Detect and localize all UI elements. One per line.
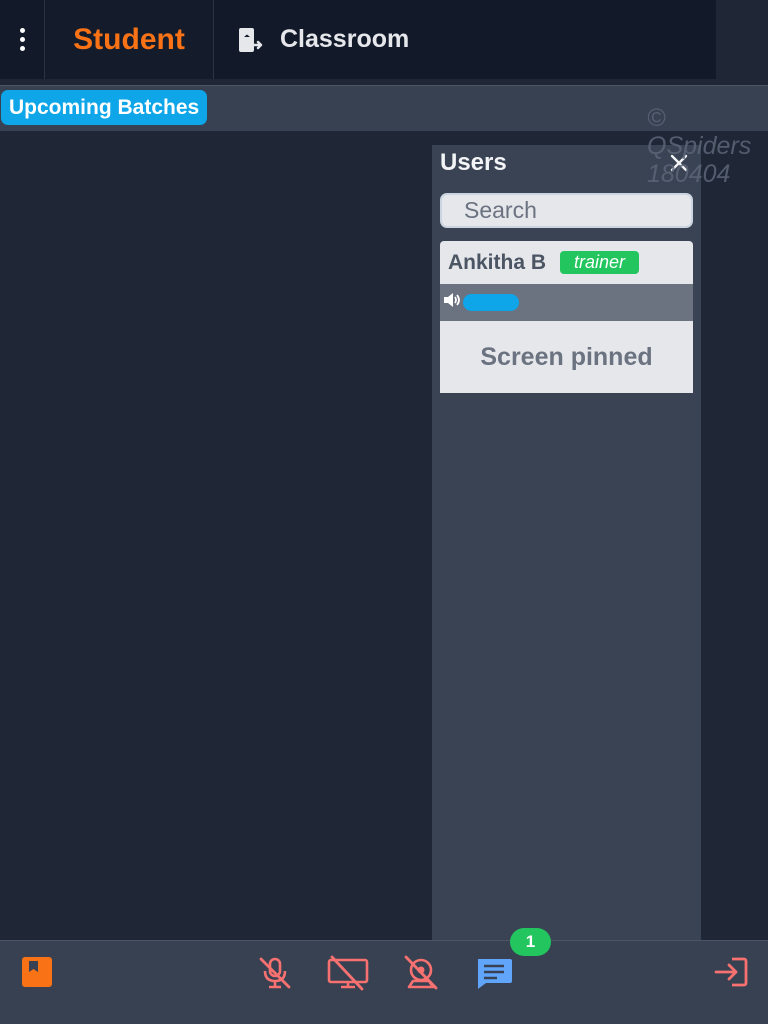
user-audio-row xyxy=(440,284,693,321)
classroom-exit-icon xyxy=(236,26,266,54)
kebab-menu-icon[interactable] xyxy=(0,0,44,79)
user-card-header: Ankitha B trainer xyxy=(440,241,693,284)
exit-icon[interactable] xyxy=(712,955,750,989)
notebook-icon[interactable] xyxy=(20,955,54,989)
sub-bar: Upcoming Batches xyxy=(0,85,768,131)
screen-share-off-icon[interactable] xyxy=(326,955,370,991)
user-card: Ankitha B trainer Screen pinned xyxy=(440,241,693,393)
audio-level-bar xyxy=(463,294,519,311)
bottom-toolbar: 1 xyxy=(0,928,768,1024)
speaker-icon xyxy=(443,292,461,313)
chat-icon[interactable] xyxy=(474,955,514,991)
user-name: Ankitha B xyxy=(448,250,547,274)
role-badge: trainer xyxy=(560,251,640,274)
tab-student-label: Student xyxy=(73,22,185,56)
tab-student[interactable]: Student xyxy=(44,0,214,79)
tab-classroom-label: Classroom xyxy=(280,25,410,53)
chat-unread-badge: 1 xyxy=(510,928,551,956)
close-icon[interactable] xyxy=(666,149,692,177)
users-panel: Users Ankitha B trainer Screen pinned xyxy=(432,145,701,940)
mic-off-icon[interactable] xyxy=(256,955,294,991)
top-bar-filler xyxy=(716,0,768,79)
user-search-input[interactable] xyxy=(440,193,693,228)
upcoming-batches-button[interactable]: Upcoming Batches xyxy=(1,90,208,125)
camera-off-icon[interactable] xyxy=(400,955,442,991)
users-panel-title: Users xyxy=(440,149,507,176)
tab-classroom[interactable]: Classroom xyxy=(214,0,409,79)
screen-status: Screen pinned xyxy=(480,342,653,371)
top-bar: Student Classroom xyxy=(0,0,716,79)
